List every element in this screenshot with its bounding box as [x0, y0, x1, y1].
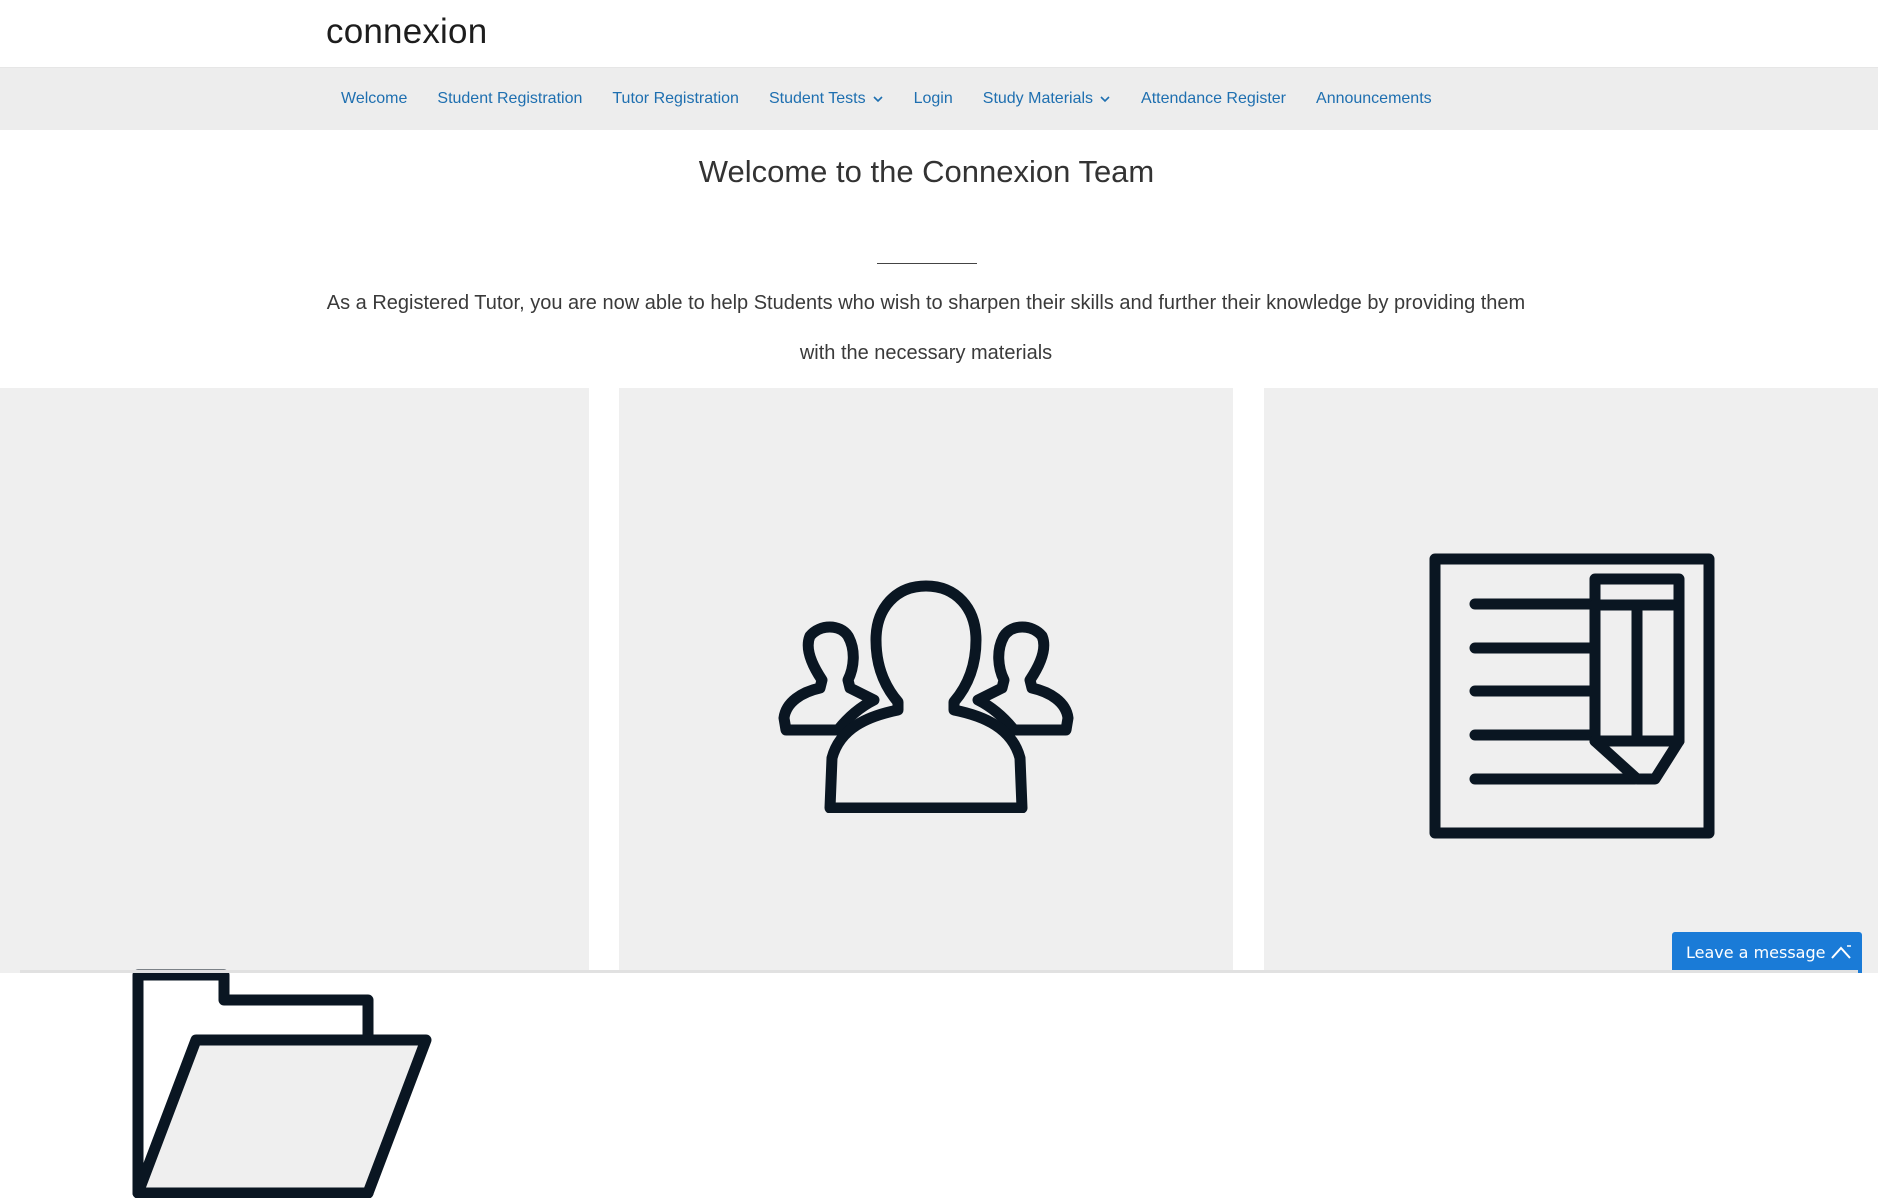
feature-card-materials[interactable]: [0, 388, 589, 1198]
nav-item-tutor-registration[interactable]: Tutor Registration: [612, 90, 739, 108]
nav-item-login[interactable]: Login: [914, 90, 953, 108]
chat-label: Leave a message: [1686, 943, 1826, 962]
title-divider: [877, 263, 977, 264]
intro-text: As a Registered Tutor, you are now able …: [326, 292, 1526, 364]
nav-label: Student Registration: [437, 90, 583, 107]
nav-item-welcome[interactable]: Welcome: [341, 90, 407, 108]
chevron-up-icon: [1831, 945, 1851, 959]
chevron-down-icon: [873, 96, 883, 103]
feature-card-announcements[interactable]: [1264, 388, 1878, 973]
folder-icon: [132, 969, 432, 1198]
nav-label: Attendance Register: [1141, 90, 1287, 107]
nav-list: Welcome Student Registration Tutor Regis…: [341, 68, 1462, 130]
users-group-icon: [778, 580, 1074, 813]
nav-label: Announcements: [1316, 90, 1432, 107]
page-title: Welcome to the Connexion Team: [698, 154, 1155, 189]
leave-message-button[interactable]: Leave a message: [1672, 932, 1862, 973]
nav-item-announcements[interactable]: Announcements: [1316, 90, 1432, 108]
main-nav: Welcome Student Registration Tutor Regis…: [0, 68, 1878, 130]
nav-item-attendance-register[interactable]: Attendance Register: [1141, 90, 1286, 108]
nav-label: Study Materials: [982, 90, 1094, 107]
site-header: connexion: [0, 0, 1878, 68]
nav-item-student-tests[interactable]: Student Tests: [769, 90, 884, 108]
chevron-down-icon: [1100, 96, 1110, 103]
nav-label: Student Tests: [768, 90, 866, 107]
nav-label: Tutor Registration: [612, 90, 739, 107]
nav-item-study-materials[interactable]: Study Materials: [983, 90, 1111, 108]
site-logo[interactable]: connexion: [326, 10, 487, 54]
nav-item-student-registration[interactable]: Student Registration: [437, 90, 582, 108]
nav-label: Welcome: [341, 90, 408, 107]
nav-label: Login: [913, 90, 953, 107]
feature-card-students[interactable]: [619, 388, 1233, 973]
document-edit-icon: [1429, 553, 1715, 839]
